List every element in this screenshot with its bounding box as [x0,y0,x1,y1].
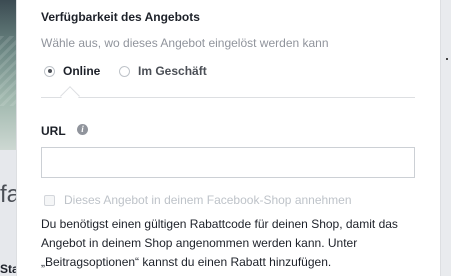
facebook-shop-checkbox[interactable] [44,194,55,206]
radio-in-store-button[interactable] [119,65,130,77]
background-label: Sta [0,262,16,276]
url-input[interactable] [41,147,415,178]
help-text-line: „Beitragsoptionen“ kannst du einen Rabat… [41,255,332,269]
help-text-line: Du benötigst einen gültigen Rabattcode f… [41,217,398,231]
background-heading: fa [0,181,16,208]
section-divider [41,97,415,98]
background-app: fa Sta [0,0,16,276]
facebook-shop-checkbox-label: Dieses Angebot in deinem Facebook-Shop a… [64,193,352,207]
help-text-line: Angebot in deinem Shop angenommen werden… [41,236,358,250]
availability-title: Verfügbarkeit des Angebots [41,10,200,24]
radio-in-store-label[interactable]: Im Geschäft [138,64,207,78]
radio-in-store[interactable]: Im Geschäft [119,63,207,79]
radio-online[interactable]: Online [44,63,100,79]
availability-description: Wähle aus, wo dieses Angebot eingelöst w… [41,36,329,50]
info-icon[interactable]: i [77,124,88,135]
selection-caret [60,86,80,106]
background-mark [446,58,448,60]
radio-online-button[interactable] [44,65,55,77]
radio-online-label[interactable]: Online [63,64,100,78]
facebook-shop-checkbox-row[interactable]: Dieses Angebot in deinem Facebook-Shop a… [44,193,352,207]
url-label: URL [41,124,66,138]
help-text: Du benötigst einen gültigen Rabattcode f… [41,215,421,272]
offer-settings-panel: Verfügbarkeit des Angebots Wähle aus, wo… [16,0,441,276]
background-photo-texture [0,36,16,106]
